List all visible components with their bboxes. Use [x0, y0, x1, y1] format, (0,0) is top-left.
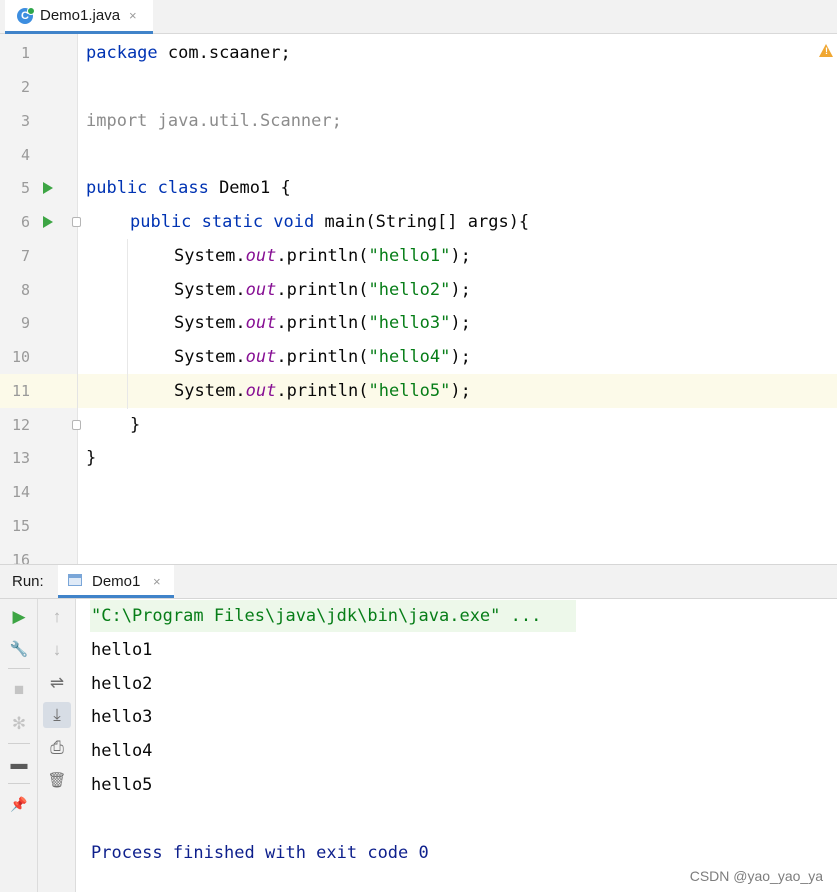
code-text: com.scaaner; — [157, 43, 291, 63]
stop-icon[interactable]: ■ — [5, 677, 33, 703]
watermark: CSDN @yao_yao_ya — [689, 868, 823, 884]
line-number: 5 — [20, 179, 30, 197]
code-text: main(String[] args){ — [314, 212, 530, 232]
up-arrow-icon[interactable]: ↑ — [43, 604, 71, 630]
line-number: 11 — [11, 382, 30, 400]
close-icon[interactable]: × — [153, 574, 161, 589]
code-line-4: 4 — [0, 138, 837, 172]
java-class-icon: C — [17, 6, 35, 24]
run-toolbar-primary: ▶ 🔧 ■ ✻ ▬ 📌 — [0, 599, 38, 892]
line-number: 1 — [20, 44, 30, 62]
run-label: Run: — [12, 573, 44, 590]
process-finished-message: Process finished with exit code 0 — [91, 843, 429, 863]
run-toolbar-secondary: ↑ ↓ ⇌ ⤓ ⎙ 🗑 — [38, 599, 76, 892]
fold-icon[interactable] — [72, 420, 81, 430]
console-output[interactable]: "C:\Program Files\java\jdk\bin\java.exe"… — [76, 599, 837, 892]
code-line-14: 14 — [0, 475, 837, 509]
console-command-line: "C:\Program Files\java\jdk\bin\java.exe"… — [91, 606, 542, 626]
line-number: 9 — [20, 314, 30, 332]
console-line: hello5 — [91, 775, 153, 795]
console-line: hello4 — [91, 741, 153, 761]
console-line: hello3 — [91, 707, 153, 727]
line-number: 4 — [20, 146, 30, 164]
line-number: 16 — [11, 551, 30, 564]
run-tab-label: Demo1 — [92, 573, 141, 590]
tab-label: Demo1.java — [40, 7, 121, 24]
code-line-12: 12 } — [0, 408, 837, 442]
line-number: 15 — [11, 517, 30, 535]
debug-bug-icon[interactable]: ✻ — [5, 711, 33, 737]
code-text: import java.util.Scanner; — [86, 111, 342, 131]
code-line-6: 6 public static void main(String[] args)… — [0, 205, 837, 239]
line-number: 6 — [20, 213, 30, 231]
code-line-16: 16 — [0, 543, 837, 564]
console-icon — [68, 574, 82, 586]
toolbar-separator — [8, 783, 30, 784]
code-line-3: 3 import java.util.Scanner; — [0, 104, 837, 138]
code-line-1: 1 package com.scaaner; — [0, 36, 837, 70]
keyword: public class — [86, 178, 209, 198]
line-number: 10 — [11, 348, 30, 366]
code-line-7: 7 System.out.println("hello1"); — [0, 239, 837, 273]
line-number: 2 — [20, 78, 30, 96]
layout-icon[interactable]: ▬ — [5, 751, 33, 777]
run-tool-window-header: Run: Demo1 × — [0, 564, 837, 599]
line-number: 8 — [20, 281, 30, 299]
toolbar-separator — [8, 668, 30, 669]
trash-icon[interactable]: 🗑 — [43, 767, 71, 793]
code-line-11: 11 System.out.println("hello5"); — [0, 374, 837, 408]
editor-tab-bar: C Demo1.java × — [0, 0, 837, 34]
code-text: Demo1 { — [208, 178, 291, 198]
print-icon[interactable]: ⎙ — [43, 735, 71, 761]
run-gutter-icon[interactable] — [43, 216, 53, 228]
line-number: 12 — [11, 416, 30, 434]
line-number: 3 — [20, 112, 30, 130]
code-line-8: 8 System.out.println("hello2"); — [0, 273, 837, 307]
code-line-13: 13 } — [0, 441, 837, 475]
pin-icon[interactable]: 📌 — [5, 791, 33, 817]
toolbar-separator — [8, 743, 30, 744]
line-number: 7 — [20, 247, 30, 265]
code-text: } — [86, 448, 97, 468]
soft-wrap-icon[interactable]: ⇌ — [43, 670, 71, 696]
close-icon[interactable]: × — [129, 8, 137, 23]
run-tab-demo1[interactable]: Demo1 × — [58, 565, 174, 598]
code-line-15: 15 — [0, 509, 837, 543]
code-editor[interactable]: ! 1 package com.scaaner; 2 3 import java… — [0, 34, 837, 564]
keyword: public static void — [130, 212, 315, 232]
rerun-icon[interactable]: ▶ — [5, 604, 33, 630]
console-line: hello2 — [91, 674, 153, 694]
code-line-5: 5 public class Demo1 { — [0, 171, 837, 205]
code-line-9: 9 System.out.println("hello3"); — [0, 306, 837, 340]
keyword: package — [86, 43, 158, 63]
fold-icon[interactable] — [72, 217, 81, 227]
code-line-2: 2 — [0, 70, 837, 104]
line-number: 13 — [11, 449, 30, 467]
down-arrow-icon[interactable]: ↓ — [43, 637, 71, 663]
wrench-icon[interactable]: 🔧 — [5, 636, 33, 662]
line-number: 14 — [11, 483, 30, 501]
code-text: } — [130, 415, 141, 435]
console-line: hello1 — [91, 640, 153, 660]
code-line-10: 10 System.out.println("hello4"); — [0, 340, 837, 374]
tab-demo1-java[interactable]: C Demo1.java × — [5, 0, 153, 34]
scroll-to-end-icon[interactable]: ⤓ — [43, 702, 71, 728]
run-gutter-icon[interactable] — [43, 182, 53, 194]
